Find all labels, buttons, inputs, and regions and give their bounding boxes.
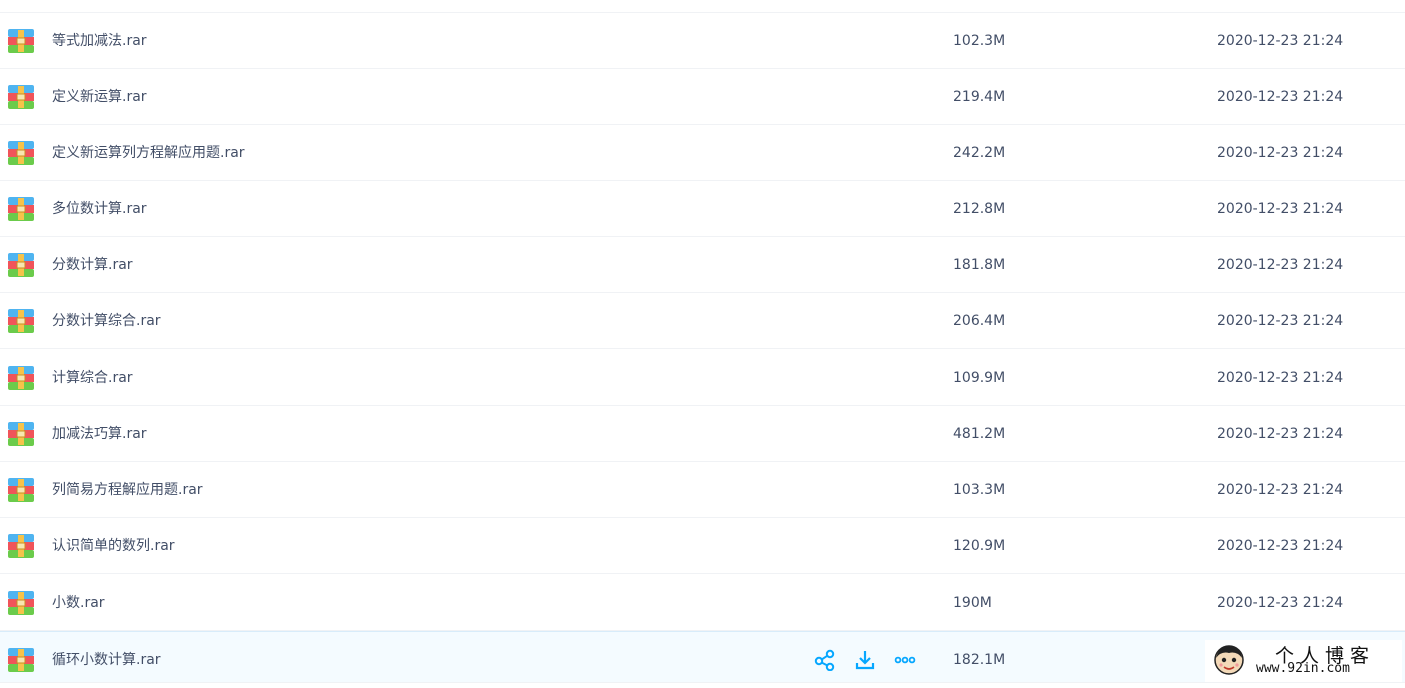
file-date: 2020-12-23 21:24 xyxy=(1217,257,1344,273)
file-size: 182.1M xyxy=(953,652,1006,668)
file-size: 212.8M xyxy=(953,201,1006,217)
file-size: 102.3M xyxy=(953,33,1006,49)
file-date: 2020-12-23 21:24 xyxy=(1217,89,1344,105)
file-row[interactable]: 认识简单的数列.rar 120.9M 2020-12-23 21:24 xyxy=(0,518,1405,574)
file-size: 206.4M xyxy=(953,313,1006,329)
file-row[interactable]: 计算综合.rar 109.9M 2020-12-23 21:24 xyxy=(0,350,1405,406)
watermark-url: www.92in.com xyxy=(1256,661,1350,676)
rar-archive-icon xyxy=(8,422,34,446)
file-row[interactable]: 定义新运算列方程解应用题.rar 242.2M 2020-12-23 21:24 xyxy=(0,125,1405,181)
file-date: 2020-12-23 21:24 xyxy=(1217,313,1344,329)
file-size: 181.8M xyxy=(953,257,1006,273)
file-date: 2020-12-23 21:24 xyxy=(1217,482,1344,498)
file-name[interactable]: 等式加减法.rar xyxy=(52,13,147,69)
file-row[interactable]: 定义新运算.rar 219.4M 2020-12-23 21:24 xyxy=(0,69,1405,125)
rar-archive-icon xyxy=(8,197,34,221)
blog-watermark: 个人博客 www.92in.com xyxy=(1205,640,1402,682)
file-date: 2020-12-23 21:24 xyxy=(1217,201,1344,217)
file-name[interactable]: 计算综合.rar xyxy=(52,350,133,406)
file-name[interactable]: 加减法巧算.rar xyxy=(52,406,147,462)
rar-archive-icon xyxy=(8,29,34,53)
avatar-icon xyxy=(1214,645,1244,675)
file-name[interactable]: 定义新运算列方程解应用题.rar xyxy=(52,125,245,181)
more-button[interactable] xyxy=(892,648,918,672)
download-button[interactable] xyxy=(852,648,878,672)
file-date: 2020-12-23 21:24 xyxy=(1217,145,1344,161)
file-row[interactable]: 分数计算综合.rar 206.4M 2020-12-23 21:24 xyxy=(0,293,1405,349)
file-size: 109.9M xyxy=(953,370,1006,386)
file-list: 等式加减法.rar 102.3M 2020-12-23 21:24 定义新运算.… xyxy=(0,0,1405,683)
share-button[interactable] xyxy=(812,648,838,672)
row-actions xyxy=(812,648,932,672)
file-row[interactable]: 小数.rar 190M 2020-12-23 21:24 xyxy=(0,575,1405,631)
file-date: 2020-12-23 21:24 xyxy=(1217,538,1344,554)
file-size: 190M xyxy=(953,595,992,611)
file-size: 103.3M xyxy=(953,482,1006,498)
file-row[interactable]: 加减法巧算.rar 481.2M 2020-12-23 21:24 xyxy=(0,406,1405,462)
file-size: 242.2M xyxy=(953,145,1006,161)
file-name[interactable]: 认识简单的数列.rar xyxy=(52,518,175,574)
file-row-hovered[interactable]: 循环小数计算.rar 182.1M xyxy=(0,631,1405,683)
file-name[interactable]: 多位数计算.rar xyxy=(52,181,147,237)
file-row[interactable]: 等式加减法.rar 102.3M 2020-12-23 21:24 xyxy=(0,13,1405,69)
file-date: 2020-12-23 21:24 xyxy=(1217,370,1344,386)
file-row[interactable]: 分数计算.rar 181.8M 2020-12-23 21:24 xyxy=(0,237,1405,293)
rar-archive-icon xyxy=(8,648,34,672)
file-name[interactable]: 分数计算综合.rar xyxy=(52,293,161,349)
file-date: 2020-12-23 21:24 xyxy=(1217,595,1344,611)
rar-archive-icon xyxy=(8,478,34,502)
file-size: 120.9M xyxy=(953,538,1006,554)
file-name[interactable]: 循环小数计算.rar xyxy=(52,632,161,688)
file-name[interactable]: 分数计算.rar xyxy=(52,237,133,293)
rar-archive-icon xyxy=(8,309,34,333)
file-size: 219.4M xyxy=(953,89,1006,105)
file-date: 2020-12-23 21:24 xyxy=(1217,426,1344,442)
more-icon xyxy=(894,656,916,664)
rar-archive-icon xyxy=(8,534,34,558)
rar-archive-icon xyxy=(8,141,34,165)
file-row[interactable]: 列简易方程解应用题.rar 103.3M 2020-12-23 21:24 xyxy=(0,462,1405,518)
file-date: 2020-12-23 21:24 xyxy=(1217,33,1344,49)
share-icon xyxy=(814,649,835,671)
file-name[interactable]: 列简易方程解应用题.rar xyxy=(52,462,203,518)
file-name[interactable]: 小数.rar xyxy=(52,575,105,631)
rar-archive-icon xyxy=(8,85,34,109)
file-name[interactable]: 定义新运算.rar xyxy=(52,69,147,125)
rar-archive-icon xyxy=(8,366,34,390)
rar-archive-icon xyxy=(8,253,34,277)
rar-archive-icon xyxy=(8,591,34,615)
download-icon xyxy=(855,651,875,670)
file-row[interactable]: 多位数计算.rar 212.8M 2020-12-23 21:24 xyxy=(0,181,1405,237)
file-size: 481.2M xyxy=(953,426,1006,442)
